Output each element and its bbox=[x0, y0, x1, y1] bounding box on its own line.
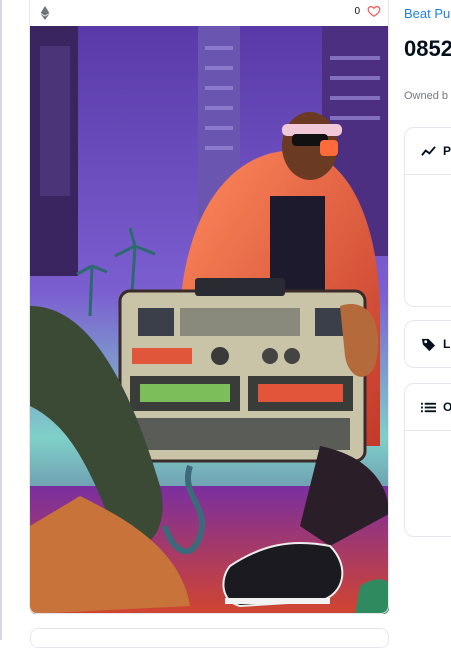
listings-panel: Li bbox=[404, 320, 451, 368]
offers-header[interactable]: O bbox=[405, 384, 451, 431]
heart-icon[interactable] bbox=[367, 4, 381, 18]
tag-icon bbox=[421, 338, 436, 352]
listings-header[interactable]: Li bbox=[405, 321, 451, 367]
offers-label: O bbox=[443, 400, 451, 414]
item-title: 0852 bbox=[404, 36, 451, 61]
item-card-header: 0 bbox=[30, 0, 389, 26]
favorite-count: 0 bbox=[354, 6, 360, 17]
trend-line-icon bbox=[421, 146, 436, 156]
price-history-header[interactable]: P bbox=[405, 128, 451, 175]
owner-line[interactable]: Owned b bbox=[404, 90, 448, 102]
offers-panel: O bbox=[404, 383, 451, 537]
description-panel-edge bbox=[30, 628, 389, 648]
ethereum-icon bbox=[40, 6, 50, 20]
list-icon bbox=[421, 402, 436, 413]
collection-link[interactable]: Beat Pur bbox=[404, 6, 451, 21]
nft-artwork-image[interactable] bbox=[30, 26, 389, 614]
listings-label: Li bbox=[443, 337, 451, 351]
price-history-panel: P bbox=[404, 127, 451, 307]
page-edge bbox=[0, 0, 2, 640]
price-history-label: P bbox=[443, 144, 451, 158]
